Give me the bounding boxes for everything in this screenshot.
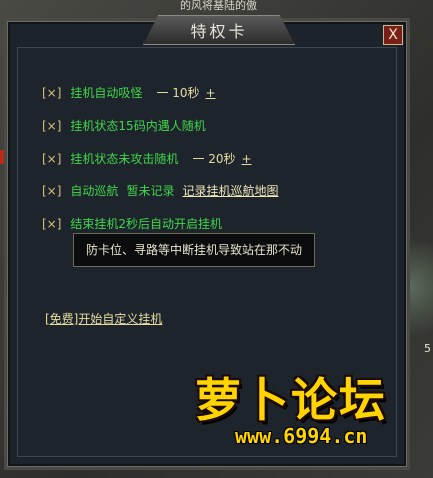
scene-number: 5 (424, 342, 431, 355)
option-checkbox[interactable]: [×] (42, 85, 61, 101)
option-interval-value: 一 10秒 (156, 86, 200, 100)
option-random-on-player-nearby: [×] 挂机状态15码内遇人随机 (42, 118, 206, 134)
scene-npc-name: 的风将基陆的傲 (180, 0, 257, 12)
record-patrol-map-link[interactable]: 记录挂机巡航地图 (182, 183, 278, 199)
increase-interval-button[interactable]: + (206, 85, 216, 101)
watermark-logo-text: 萝卜论坛 (195, 373, 387, 427)
start-custom-autoplay-link[interactable]: [免费]开始自定义挂机 (45, 311, 162, 327)
watermark-logo: 萝卜论坛 www.6994.cn (195, 372, 423, 472)
dialog-title: 特权卡 (190, 22, 248, 41)
option-label: 挂机状态未攻击随机 (70, 152, 179, 166)
option-label: 挂机状态15码内遇人随机 (70, 119, 206, 133)
option-auto-restart: [×] 结束挂机2秒后自动开启挂机 (42, 216, 222, 232)
option-auto-patrol: [×] 自动巡航 暂未记录 记录挂机巡航地图 (42, 183, 278, 199)
option-label: 结束挂机2秒后自动开启挂机 (70, 217, 223, 231)
option-checkbox[interactable]: [×] (42, 216, 61, 232)
option-checkbox[interactable]: [×] (42, 151, 61, 167)
dialog-titlebar: 特权卡 (143, 15, 295, 45)
tooltip: 防卡位、寻路等中断挂机导致站在那不动 (73, 233, 315, 267)
watermark-url: www.6994.cn (235, 424, 368, 448)
close-button[interactable]: X (383, 25, 403, 45)
increase-interval-button[interactable]: + (242, 151, 252, 167)
option-label: 挂机自动吸怪 (70, 86, 143, 100)
option-auto-pull-monsters: [×] 挂机自动吸怪 一 10秒 + (42, 85, 216, 101)
option-checkbox[interactable]: [×] (42, 183, 61, 199)
option-random-when-idle: [×] 挂机状态未攻击随机 一 20秒 + (42, 151, 252, 167)
option-interval-value: 一 20秒 (192, 152, 236, 166)
option-checkbox[interactable]: [×] (42, 118, 61, 134)
option-label: 自动巡航 (70, 184, 119, 198)
patrol-status: 暂未记录 (126, 184, 175, 198)
